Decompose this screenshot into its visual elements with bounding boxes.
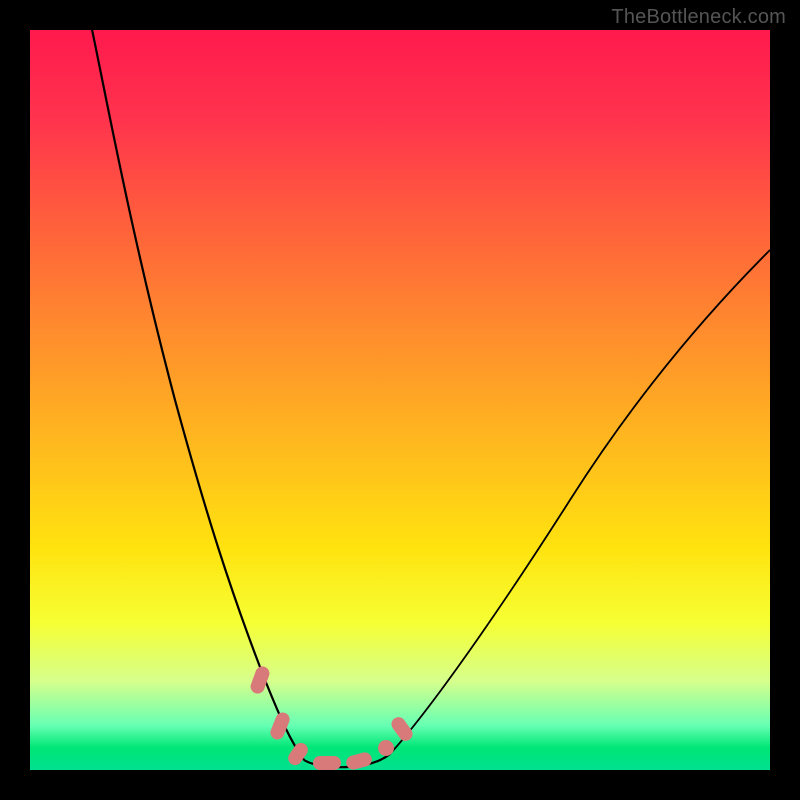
- watermark-text: TheBottleneck.com: [611, 6, 786, 29]
- curve-marker: [313, 756, 341, 770]
- chart-svg: [30, 30, 770, 770]
- curve-marker: [345, 751, 374, 770]
- curve-marker: [249, 664, 272, 695]
- curve-left: [90, 30, 304, 760]
- chart-plot-area: [30, 30, 770, 770]
- curve-marker: [268, 710, 291, 741]
- curve-right: [390, 250, 770, 754]
- curve-marker: [285, 740, 310, 768]
- chart-frame: TheBottleneck.com: [0, 0, 800, 800]
- curve-marker: [378, 740, 394, 756]
